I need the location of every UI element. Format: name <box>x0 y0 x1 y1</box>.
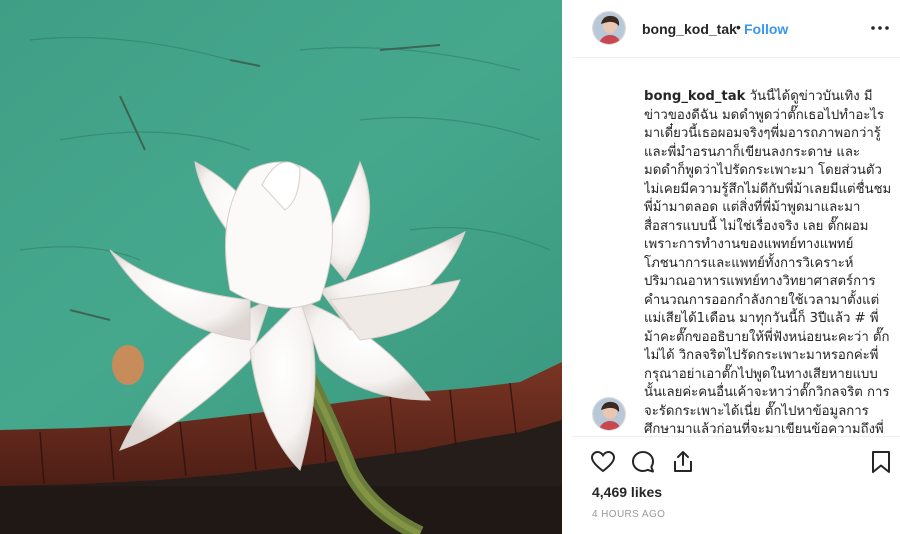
post-timestamp[interactable]: 4 HOURS AGO <box>592 509 665 520</box>
post-side-panel: bong_kod_tak • Follow bong_kod_tak วันนี… <box>572 0 900 534</box>
bookmark-icon[interactable] <box>868 449 894 475</box>
follow-button[interactable]: Follow <box>744 21 788 37</box>
share-icon[interactable] <box>670 449 696 475</box>
post-caption: bong_kod_tak วันนี้ได้ดูข่าวบันเทิง มีข่… <box>644 88 892 434</box>
comment-icon[interactable] <box>630 449 656 475</box>
post-actions: 4,469 likes 4 HOURS AGO <box>572 436 900 534</box>
author-avatar[interactable] <box>592 11 626 45</box>
caption-text: วันนี้ได้ดูข่าวบันเทิง มีข่าวของดีฉัน มด… <box>644 89 892 434</box>
caption-avatar[interactable] <box>592 397 626 431</box>
caption-username[interactable]: bong_kod_tak <box>644 89 745 104</box>
avatar-image <box>593 398 625 430</box>
more-options-icon[interactable] <box>870 18 890 38</box>
separator-dot: • <box>736 19 741 35</box>
author-username[interactable]: bong_kod_tak <box>642 21 737 37</box>
lily-photo <box>0 0 562 534</box>
post-photo[interactable] <box>0 0 562 534</box>
heart-icon[interactable] <box>590 449 616 475</box>
avatar-image <box>593 12 625 44</box>
likes-count[interactable]: 4,469 likes <box>592 484 662 500</box>
post-header: bong_kod_tak • Follow <box>572 0 900 58</box>
